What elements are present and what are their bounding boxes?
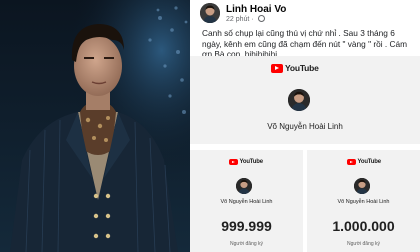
- youtube-play-icon: [271, 63, 283, 73]
- channel-screenshot-top: YouTube Võ Nguyễn Hoài Linh: [190, 56, 420, 144]
- channel-portrait-icon: [288, 89, 310, 111]
- man-in-suit-image: [0, 0, 190, 252]
- youtube-logo: YouTube: [229, 158, 263, 166]
- channel-screenshot-right: YouTube Võ Nguyễn Hoài Linh 1.000.000 Ng…: [307, 150, 420, 252]
- author-name[interactable]: Linh Hoai Vo: [226, 4, 286, 15]
- subscribers-label: Người đăng ký: [346, 241, 381, 247]
- post-text: Canh số chụp lại cũng thú vị chứ nhỉ . S…: [202, 28, 407, 59]
- meta-separator: ·: [251, 16, 256, 23]
- post-time[interactable]: 22 phút: [226, 16, 249, 23]
- youtube-wordmark: YouTube: [239, 159, 264, 165]
- channel-avatar: [288, 89, 310, 111]
- author-avatar[interactable]: [200, 3, 220, 23]
- youtube-logo: YouTube: [347, 158, 381, 166]
- channel-portrait-icon: [354, 178, 370, 194]
- subscriber-count: 999.999: [221, 218, 272, 234]
- avatar-portrait-icon: [200, 3, 220, 23]
- stage-photo: [0, 0, 190, 252]
- youtube-play-icon: [347, 159, 356, 165]
- page: Linh Hoai Vo 22 phút · Canh số chụp lại …: [0, 0, 420, 252]
- youtube-wordmark: YouTube: [357, 159, 382, 165]
- channel-portrait-icon: [236, 178, 252, 194]
- youtube-logo: YouTube: [271, 63, 319, 73]
- post-meta: 22 phút ·: [226, 15, 265, 23]
- subscribers-label: Người đăng ký: [229, 241, 264, 247]
- globe-icon: [257, 15, 265, 22]
- channel-screenshot-left: YouTube Võ Nguyễn Hoài Linh 999.999 Ngườ…: [190, 150, 303, 252]
- facebook-post: Linh Hoai Vo 22 phút · Canh số chụp lại …: [190, 0, 420, 252]
- channel-name: Võ Nguyễn Hoài Linh: [267, 122, 343, 131]
- channel-name: Võ Nguyễn Hoài Linh: [337, 199, 390, 205]
- youtube-play-icon: [229, 159, 238, 165]
- youtube-wordmark: YouTube: [285, 63, 319, 73]
- subscriber-count: 1.000.000: [332, 218, 395, 234]
- channel-avatar: [354, 178, 370, 194]
- channel-avatar: [236, 178, 252, 194]
- post-header: Linh Hoai Vo 22 phút ·: [200, 2, 415, 26]
- channel-name: Võ Nguyễn Hoài Linh: [220, 199, 273, 205]
